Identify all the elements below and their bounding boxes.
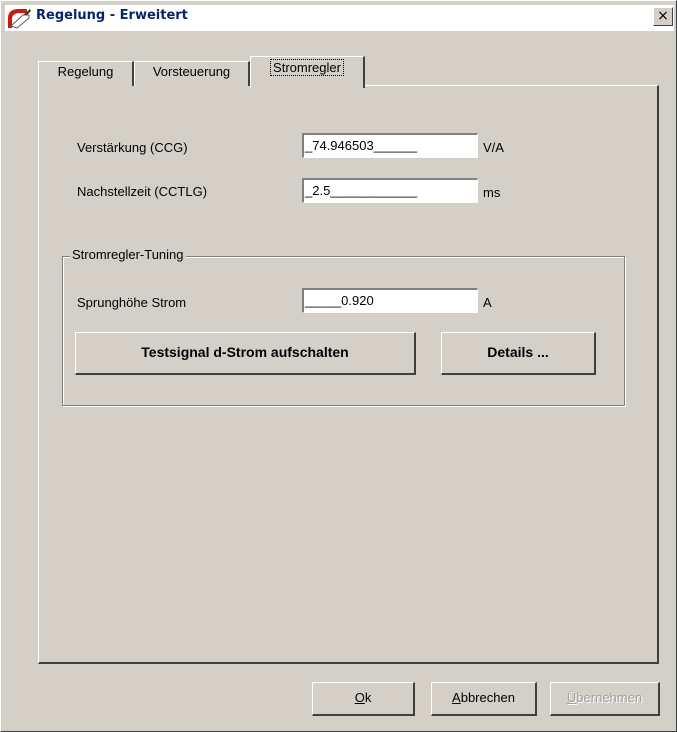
ok-button[interactable]: Ok: [312, 682, 415, 716]
step-height-label: Sprunghöhe Strom: [77, 295, 187, 310]
reset-time-unit: ms: [483, 185, 501, 200]
cancel-label-rest: bbrechen: [460, 690, 515, 705]
tab-vorsteuerung-label: Vorsteuerung: [152, 64, 231, 79]
ok-mnemonic: O: [354, 690, 365, 705]
gain-unit: V/A: [483, 140, 504, 155]
test-signal-button[interactable]: Testsignal d-Strom aufschalten: [75, 332, 416, 375]
details-button[interactable]: Details ...: [441, 332, 596, 375]
gain-label: Verstärkung (CCG): [77, 140, 188, 155]
details-button-label: Details ...: [487, 344, 549, 360]
dialog-window: Regelung - Erweitert × Regelung Vorsteue…: [0, 0, 677, 732]
apply-mnemonic: Ü: [566, 690, 577, 705]
app-icon: [5, 6, 33, 30]
tuning-groupbox: [62, 256, 625, 406]
tab-stromregler-label: Stromregler: [270, 59, 344, 76]
apply-label-rest: bernehmen: [576, 690, 643, 705]
window-title: Regelung - Erweitert: [36, 8, 188, 23]
step-height-input[interactable]: _____0.920: [302, 288, 478, 313]
gain-input[interactable]: _74.946503______: [302, 133, 478, 158]
close-icon: ×: [657, 8, 669, 24]
close-button[interactable]: ×: [653, 7, 673, 26]
tab-regelung[interactable]: Regelung: [38, 61, 134, 86]
reset-time-label: Nachstellzeit (CCTLG): [77, 184, 208, 199]
ok-label-rest: k: [364, 690, 372, 705]
step-height-unit: A: [483, 295, 492, 310]
apply-button[interactable]: Übernehmen: [550, 682, 660, 716]
tab-regelung-label: Regelung: [57, 64, 114, 79]
test-signal-button-label: Testsignal d-Strom aufschalten: [141, 344, 349, 360]
title-bar: Regelung - Erweitert ×: [5, 5, 674, 31]
cancel-button[interactable]: Abbrechen: [431, 682, 537, 716]
tuning-group-title: Stromregler-Tuning: [70, 247, 186, 262]
cancel-mnemonic: A: [452, 690, 461, 705]
tab-stromregler[interactable]: Stromregler: [250, 56, 365, 88]
reset-time-input[interactable]: _2.5____________: [302, 178, 478, 203]
tab-vorsteuerung[interactable]: Vorsteuerung: [134, 61, 250, 86]
